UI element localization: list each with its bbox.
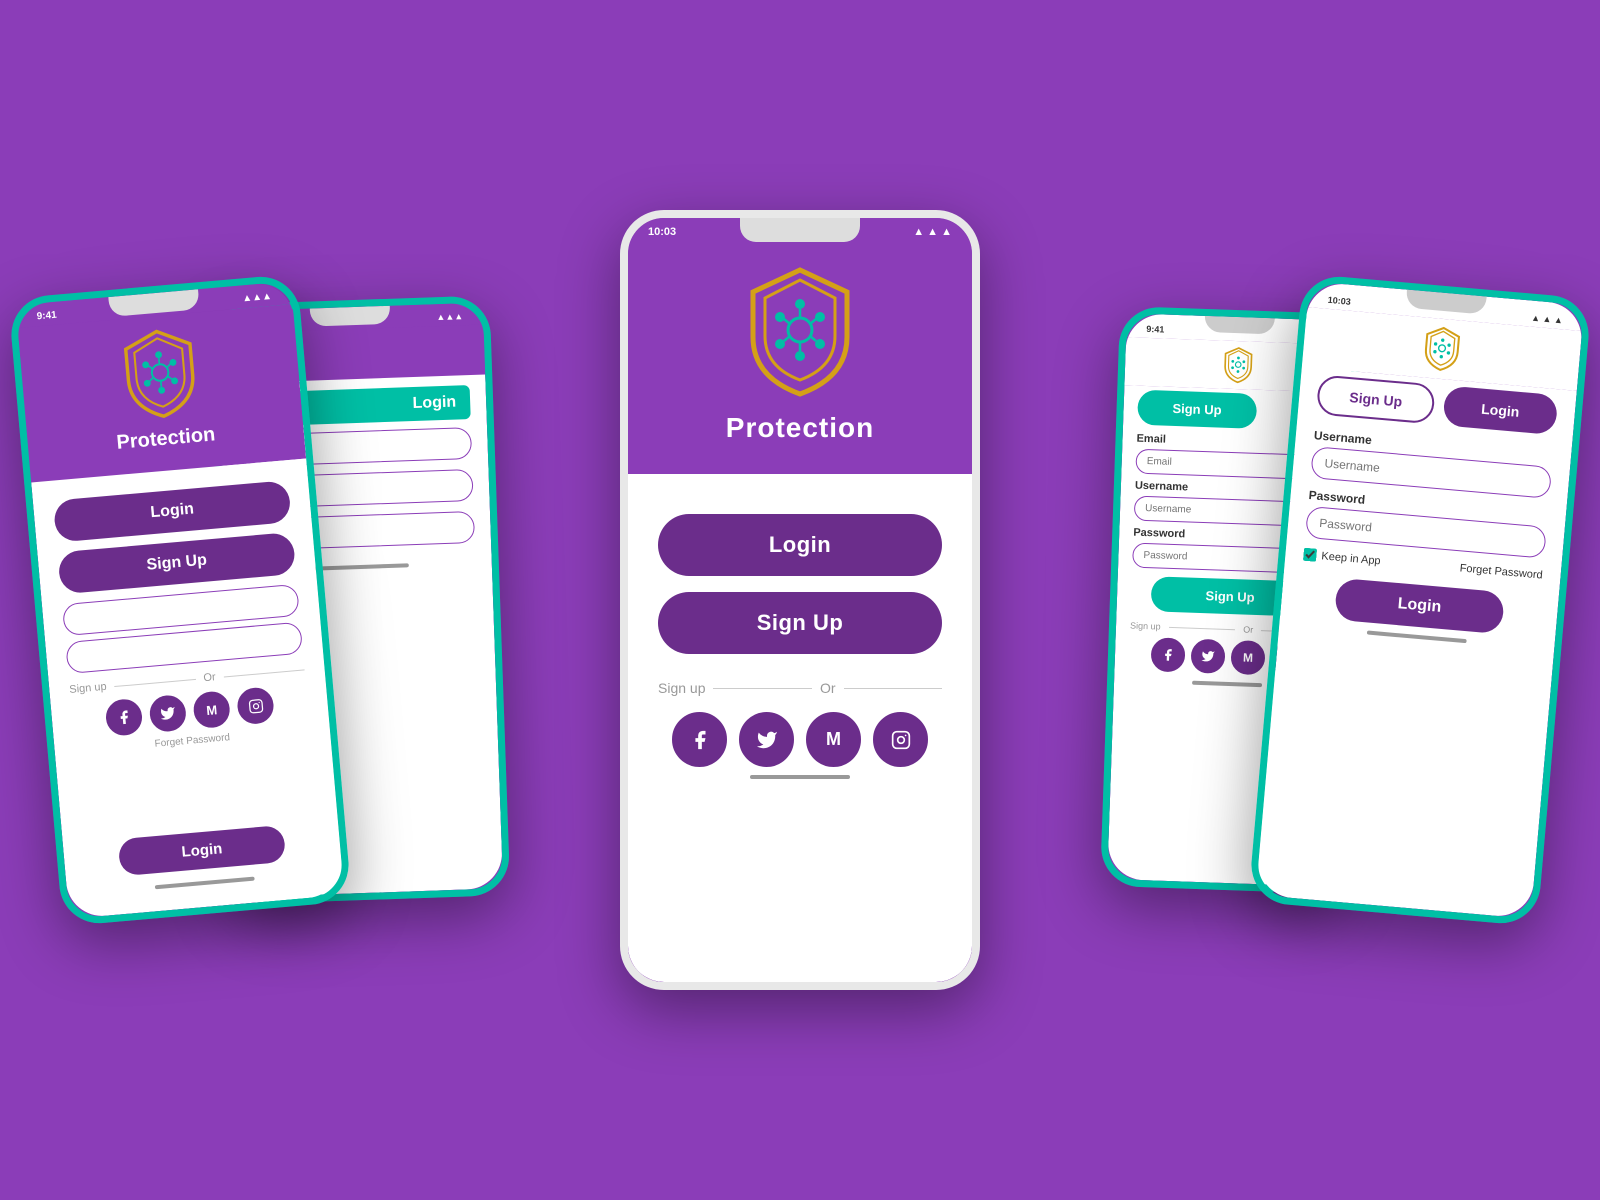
- right-keep-label: Keep in App: [1321, 550, 1381, 567]
- left-content: Login Sign Up Sign up Or: [31, 458, 344, 918]
- back-right-facebook-btn[interactable]: [1150, 637, 1185, 672]
- left-shield-icon: [111, 322, 209, 425]
- back-right-or-text: Or: [1243, 624, 1253, 634]
- notch: [740, 218, 860, 242]
- left-instagram-btn[interactable]: [236, 686, 275, 725]
- back-left-icons: ▲▲▲: [436, 311, 463, 322]
- center-instagram-btn[interactable]: [873, 712, 928, 767]
- center-or-line-right: [844, 688, 942, 689]
- center-gmail-btn[interactable]: M: [806, 712, 861, 767]
- center-facebook-btn[interactable]: [672, 712, 727, 767]
- right-signup-tab[interactable]: Sign Up: [1316, 374, 1436, 424]
- back-right-time: 9:41: [1146, 324, 1164, 335]
- left-facebook-btn[interactable]: [105, 698, 144, 737]
- left-social-row: M: [105, 686, 275, 737]
- right-time: 10:03: [1327, 295, 1351, 307]
- right-forget-link[interactable]: Forget Password: [1459, 562, 1543, 581]
- right-login-button[interactable]: Login: [1334, 578, 1505, 634]
- center-or-divider: Sign up Or: [658, 680, 942, 696]
- back-right-twitter-btn[interactable]: [1190, 639, 1225, 674]
- left-phone: 9:41 ▲▲▲: [8, 274, 352, 927]
- center-icons: ▲ ▲ ▲: [913, 226, 952, 238]
- left-or-line-right: [224, 669, 305, 677]
- left-bottom-login-btn[interactable]: Login: [118, 825, 286, 876]
- center-time: 10:03: [648, 226, 676, 238]
- center-signup-prefix: Sign up: [658, 680, 705, 696]
- back-left-teal-bar: Login: [294, 385, 471, 425]
- back-right-home-indicator: [1192, 681, 1262, 687]
- left-header: Protection: [18, 304, 306, 482]
- left-login-button[interactable]: Login: [53, 480, 292, 542]
- center-signup-button[interactable]: Sign Up: [658, 592, 942, 654]
- center-or-line-left: [713, 688, 811, 689]
- right-home-indicator: [1367, 631, 1467, 644]
- left-app-title: Protection: [116, 423, 217, 455]
- back-right-gmail-btn[interactable]: M: [1230, 640, 1265, 675]
- left-signup-prefix: Sign up: [69, 681, 107, 696]
- right-keep-left: Keep in App: [1303, 548, 1381, 568]
- back-right-signup-tab[interactable]: Sign Up: [1137, 390, 1257, 429]
- center-shield-icon: [735, 262, 865, 402]
- right-keep-checkbox[interactable]: [1303, 548, 1317, 562]
- left-signup-button[interactable]: Sign Up: [57, 532, 296, 594]
- left-or-text: Or: [203, 671, 216, 684]
- back-left-notch: [310, 306, 391, 327]
- center-or-text: Or: [820, 680, 836, 696]
- right-login-tab[interactable]: Login: [1442, 385, 1558, 435]
- left-or-line-left: [115, 678, 196, 686]
- back-right-or-line-left: [1169, 626, 1236, 629]
- left-gmail-btn[interactable]: M: [192, 690, 231, 729]
- back-left-home-indicator: [309, 563, 409, 570]
- center-twitter-btn[interactable]: [739, 712, 794, 767]
- left-forget-password[interactable]: Forget Password: [154, 732, 230, 750]
- right-content: Sign Up Login Username Password Keep in …: [1256, 367, 1577, 919]
- left-twitter-btn[interactable]: [148, 694, 187, 733]
- left-icons: ▲▲▲: [242, 291, 273, 305]
- left-teal-login-area: Login: [82, 814, 321, 883]
- center-social-row: M: [672, 712, 928, 767]
- left-time: 9:41: [36, 310, 57, 323]
- center-app-title: Protection: [726, 412, 874, 444]
- right-icons: ▲ ▲ ▲: [1531, 313, 1563, 326]
- center-login-button[interactable]: Login: [658, 514, 942, 576]
- back-right-signup-prefix: Sign up: [1130, 621, 1161, 632]
- center-header: Protection: [628, 242, 972, 474]
- center-content: Login Sign Up Sign up Or: [628, 474, 972, 982]
- center-home-indicator: [750, 775, 850, 779]
- back-right-notch: [1204, 316, 1275, 334]
- center-phone: 10:03 ▲ ▲ ▲: [620, 210, 980, 990]
- left-home-indicator: [155, 877, 255, 890]
- right-phone: 10:03 ▲ ▲ ▲ Sign Up Login: [1248, 274, 1592, 927]
